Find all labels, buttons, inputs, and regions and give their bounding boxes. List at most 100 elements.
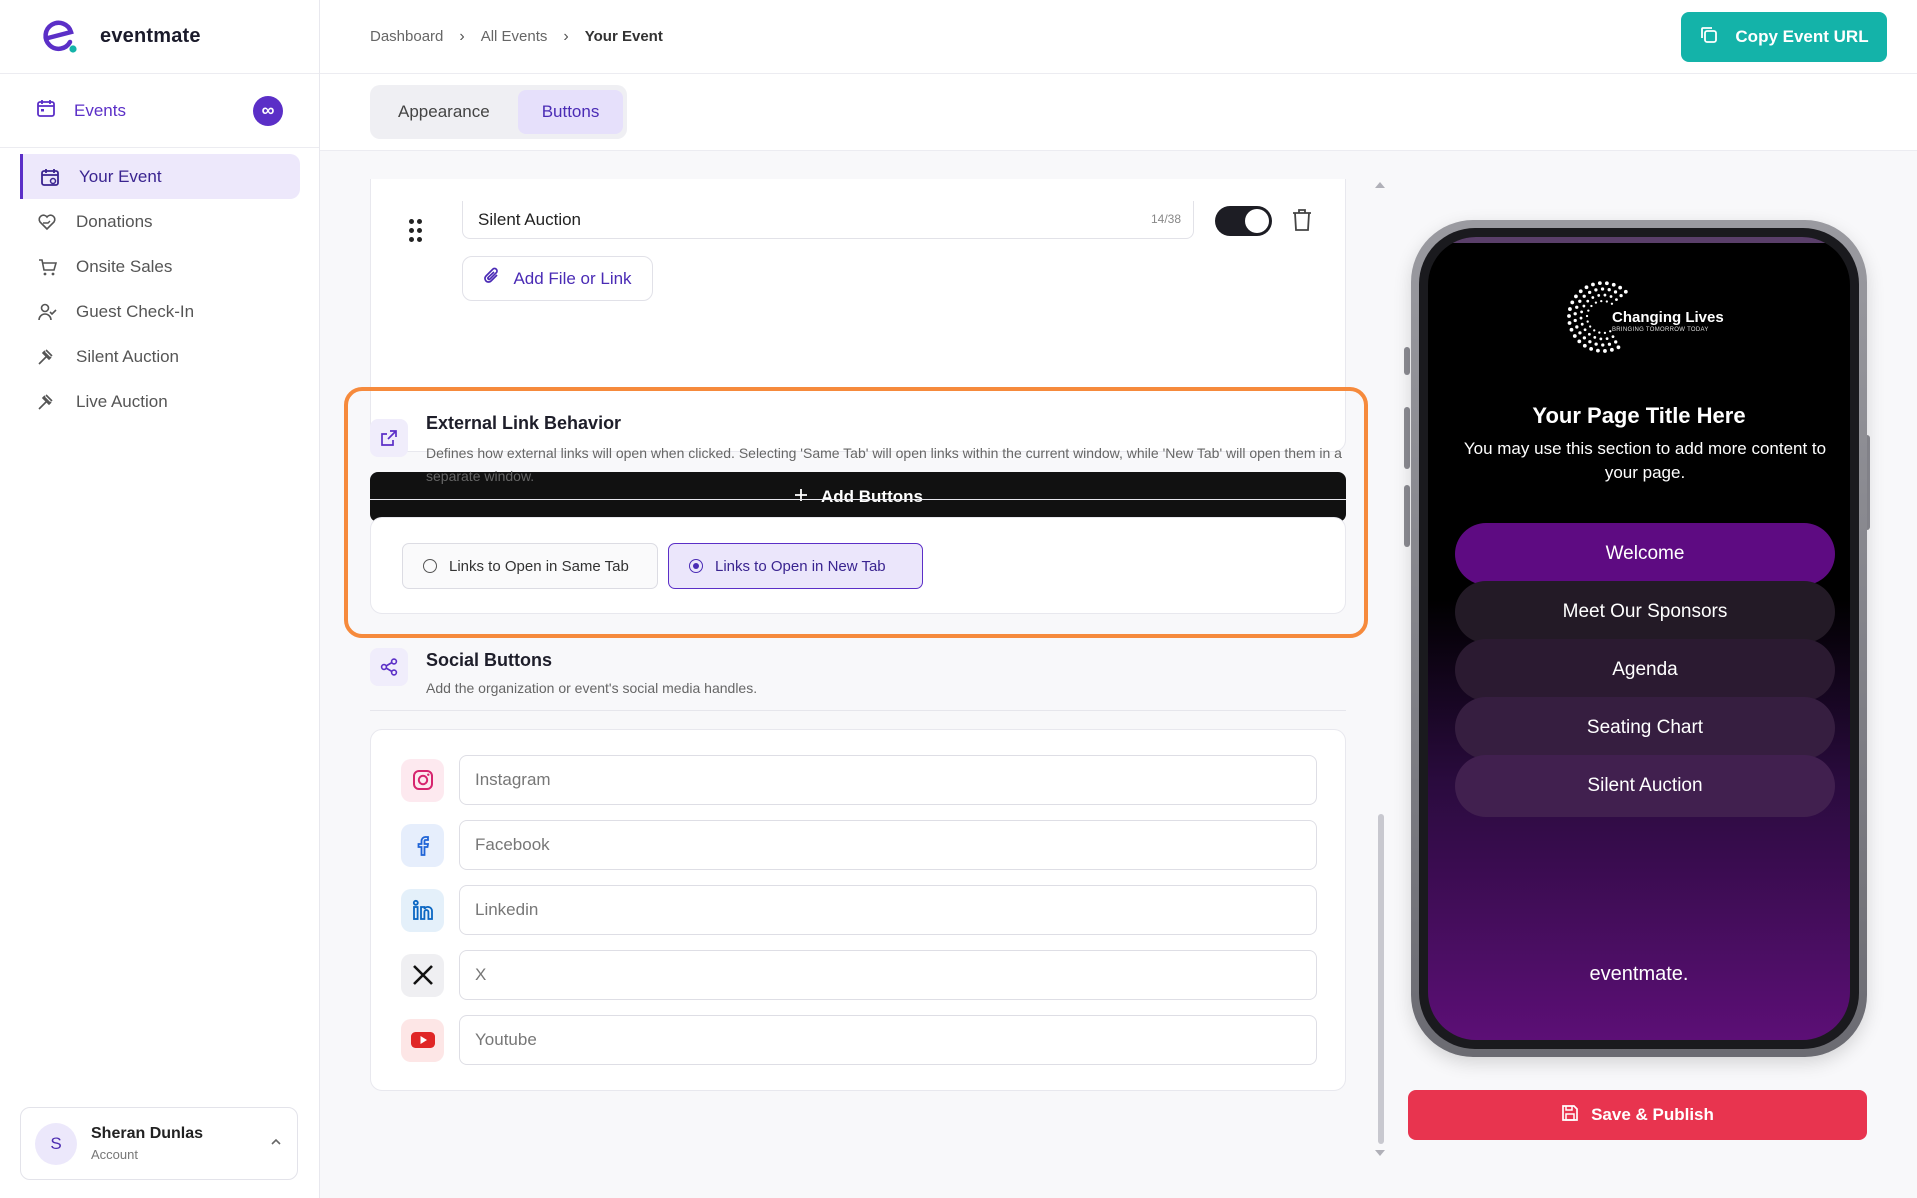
calendar-icon [39, 167, 61, 187]
cart-icon [36, 257, 58, 277]
paperclip-icon [483, 266, 501, 291]
sidebar-items: Your Event Donations Onsite Sales Guest … [0, 154, 320, 424]
linkedin-icon [401, 888, 444, 932]
x-icon [401, 953, 444, 997]
scrollbar[interactable] [1378, 180, 1384, 1160]
preview-button-seating-chart[interactable]: Seating Chart [1455, 697, 1835, 759]
preview-footer-logo: eventmate. [1589, 963, 1689, 985]
heart-hand-icon [36, 212, 58, 232]
copy-event-url-button[interactable]: Copy Event URL [1681, 12, 1887, 62]
breadcrumb-current: Your Event [584, 28, 663, 45]
sidebar-item-label: Donations [76, 211, 153, 231]
external-link-icon [370, 419, 408, 457]
user-name: Sheran Dunlas [91, 1125, 204, 1142]
section-description: Defines how external links will open whe… [426, 445, 1342, 484]
user-role: Account [91, 1147, 138, 1162]
char-counter: 14/38 [1150, 212, 1181, 226]
button-visibility-toggle[interactable] [1215, 206, 1272, 236]
external-link-behavior-header: External Link Behavior Defines how exter… [370, 413, 1346, 488]
sidebar: eventmate Events ∞ Your Event Donations [0, 0, 320, 1198]
app-name: eventmate [100, 25, 201, 47]
section-title: Social Buttons [426, 650, 553, 670]
sidebar-item-label: Silent Auction [76, 346, 180, 366]
social-fields-card: Instagram Facebook Linkedin X Youtube [370, 729, 1346, 1091]
sidebar-item-silent-auction[interactable]: Silent Auction [20, 334, 300, 379]
phone-side-button [1404, 485, 1410, 547]
instagram-icon [401, 758, 444, 802]
sidebar-item-label: Onsite Sales [76, 256, 173, 276]
chevron-up-icon [269, 1135, 283, 1152]
radio-same-tab[interactable]: Links to Open in Same Tab [402, 543, 658, 589]
copy-icon [1699, 25, 1719, 50]
add-file-or-link-label: Add File or Link [513, 268, 632, 288]
preview-button-agenda[interactable]: Agenda [1455, 639, 1835, 701]
scroll-down-arrow[interactable] [1375, 1150, 1385, 1156]
sidebar-nav [0, 74, 320, 154]
youtube-field[interactable]: Youtube [459, 1015, 1317, 1065]
button-title-value: Silent Auction [478, 209, 582, 229]
x-field[interactable]: X [459, 950, 1317, 1000]
social-buttons-header: Social Buttons Add the organization or e… [370, 648, 1346, 700]
tab-buttons[interactable]: Buttons [517, 90, 624, 134]
chevron-right-icon: › [459, 27, 465, 45]
facebook-field[interactable]: Facebook [459, 820, 1317, 870]
brand-tagline: BRINGING TOMORROW TODAY [1612, 327, 1709, 333]
copy-event-url-label: Copy Event URL [1735, 27, 1869, 46]
save-publish-label: Save & Publish [1591, 1105, 1714, 1124]
facebook-icon [401, 823, 444, 867]
gavel-icon [36, 347, 58, 367]
preview-page-description: You may use this section to add more con… [1463, 439, 1827, 482]
section-title: External Link Behavior [426, 413, 622, 433]
gavel-icon [36, 392, 58, 412]
radio-new-tab-label: Links to Open in New Tab [715, 557, 886, 575]
social-row-x: X [401, 950, 1317, 1000]
phone-side-button [1404, 347, 1410, 375]
social-row-linkedin: Linkedin [401, 885, 1317, 935]
tabs-bar: Appearance Buttons [320, 74, 1917, 151]
add-file-or-link-button[interactable]: Add File or Link [462, 256, 653, 301]
avatar: S [35, 1122, 77, 1165]
divider [370, 499, 1346, 500]
radio-new-tab[interactable]: Links to Open in New Tab [668, 543, 923, 589]
preview-screen: Changing Lives BRINGING TOMORROW TODAY Y… [1428, 237, 1850, 1040]
tab-appearance[interactable]: Appearance [374, 90, 514, 134]
preview-page-title: Your Page Title Here [1532, 403, 1746, 428]
user-account-menu[interactable]: S Sheran Dunlas Account [20, 1107, 298, 1180]
sidebar-item-guest-check-in[interactable]: Guest Check-In [20, 289, 300, 334]
logo-row: eventmate [0, 0, 319, 74]
sidebar-item-live-auction[interactable]: Live Auction [20, 379, 300, 424]
divider [370, 710, 1346, 711]
instagram-field[interactable]: Instagram [459, 755, 1317, 805]
sidebar-item-onsite-sales[interactable]: Onsite Sales [20, 244, 300, 289]
radio-icon [423, 559, 437, 573]
phone-side-button [1404, 407, 1410, 469]
drag-handle-icon[interactable] [409, 219, 423, 245]
eventmate-logo-icon[interactable] [40, 18, 78, 56]
linkedin-field[interactable]: Linkedin [459, 885, 1317, 935]
chevron-right-icon: › [563, 27, 569, 45]
top-bar: Dashboard › All Events › Your Event Copy… [320, 0, 1917, 74]
sidebar-item-label: Live Auction [76, 391, 168, 411]
radio-icon [689, 559, 703, 573]
radio-same-tab-label: Links to Open in Same Tab [449, 557, 629, 575]
sidebar-item-donations[interactable]: Donations [20, 199, 300, 244]
sidebar-item-your-event[interactable]: Your Event [20, 154, 300, 199]
social-row-instagram: Instagram [401, 755, 1317, 805]
trash-icon[interactable] [1291, 208, 1313, 232]
preview-button-silent-auction[interactable]: Silent Auction [1455, 755, 1835, 817]
tab-group: Appearance Buttons [370, 85, 628, 139]
share-icon [370, 648, 408, 686]
social-row-youtube: Youtube [401, 1015, 1317, 1065]
sidebar-item-label: Guest Check-In [76, 301, 195, 321]
breadcrumb-all-events[interactable]: All Events [481, 28, 548, 45]
brand-name: Changing Lives [1612, 309, 1724, 326]
button-title-input[interactable]: Silent Auction 14/38 [462, 201, 1194, 239]
scrollbar-thumb[interactable] [1378, 814, 1384, 1144]
breadcrumb: Dashboard › All Events › Your Event [370, 28, 663, 46]
breadcrumb-dashboard[interactable]: Dashboard [370, 28, 443, 45]
preview-button-welcome[interactable]: Welcome [1455, 523, 1835, 585]
preview-button-meet-our-sponsors[interactable]: Meet Our Sponsors [1455, 581, 1835, 643]
link-behavior-options: Links to Open in Same Tab Links to Open … [370, 517, 1346, 614]
user-check-icon [36, 302, 58, 322]
save-publish-button[interactable]: Save & Publish [1408, 1090, 1867, 1140]
